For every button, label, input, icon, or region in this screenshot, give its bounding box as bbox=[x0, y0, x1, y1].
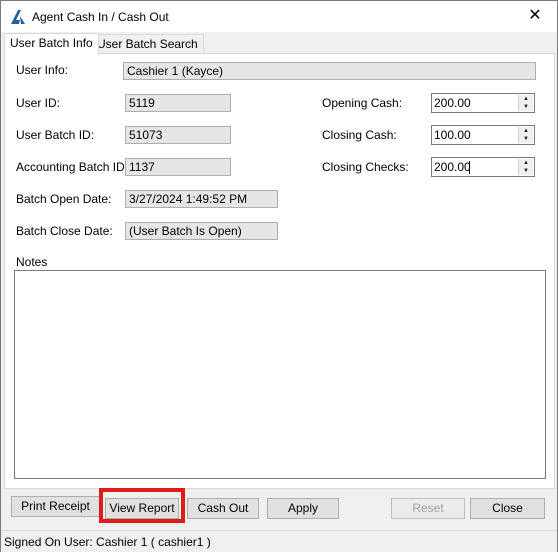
tab-user-batch-info[interactable]: User Batch Info bbox=[4, 33, 99, 55]
text-caret bbox=[469, 161, 470, 174]
spin-down-icon[interactable]: ▼ bbox=[519, 135, 533, 143]
opening-cash-spinner[interactable]: ▲ ▼ bbox=[518, 95, 533, 111]
user-batch-info-panel: User Info: Cashier 1 (Kayce) User ID: 51… bbox=[4, 53, 555, 489]
spin-down-icon[interactable]: ▼ bbox=[519, 103, 533, 111]
closing-checks-input[interactable]: 200.00 ▲ ▼ bbox=[431, 157, 535, 177]
closing-cash-input[interactable]: 100.00 ▲ ▼ bbox=[431, 125, 535, 145]
closing-cash-value: 100.00 bbox=[434, 128, 471, 142]
opening-cash-label: Opening Cash: bbox=[322, 96, 403, 110]
closing-cash-spinner[interactable]: ▲ ▼ bbox=[518, 127, 533, 143]
batch-close-date-field: (User Batch Is Open) bbox=[125, 222, 278, 240]
notes-label: Notes bbox=[16, 255, 48, 269]
batch-close-date-label: Batch Close Date: bbox=[16, 224, 113, 238]
closing-checks-spinner[interactable]: ▲ ▼ bbox=[518, 159, 533, 175]
signed-on-user-status: Signed On User: Cashier 1 ( cashier1 ) bbox=[4, 535, 211, 549]
print-receipt-button[interactable]: Print Receipt bbox=[11, 496, 100, 517]
opening-cash-value: 200.00 bbox=[434, 96, 471, 110]
apply-button[interactable]: Apply bbox=[267, 498, 339, 519]
app-logo-icon bbox=[11, 10, 25, 24]
user-batch-id-field: 51073 bbox=[125, 126, 231, 144]
user-batch-id-label: User Batch ID: bbox=[16, 128, 95, 142]
batch-open-date-label: Batch Open Date: bbox=[16, 192, 112, 206]
view-report-highlight bbox=[99, 488, 185, 523]
user-id-label: User ID: bbox=[16, 96, 61, 110]
window-title: Agent Cash In / Cash Out bbox=[32, 10, 169, 24]
closing-checks-label: Closing Checks: bbox=[322, 160, 409, 174]
user-id-field: 5119 bbox=[125, 94, 231, 112]
user-info-label: User Info: bbox=[16, 63, 69, 77]
batch-open-date-field: 3/27/2024 1:49:52 PM bbox=[125, 190, 278, 208]
close-window-icon[interactable]: ✕ bbox=[525, 6, 545, 26]
closing-cash-label: Closing Cash: bbox=[322, 128, 397, 142]
close-button[interactable]: Close bbox=[470, 498, 545, 519]
accounting-batch-id-label: Accounting Batch ID: bbox=[16, 160, 129, 174]
tab-user-batch-search[interactable]: User Batch Search bbox=[91, 34, 204, 54]
user-info-field: Cashier 1 (Kayce) bbox=[123, 62, 536, 80]
title-bar: Agent Cash In / Cash Out ✕ bbox=[1, 1, 557, 32]
spin-down-icon[interactable]: ▼ bbox=[519, 167, 533, 175]
closing-checks-value: 200.00 bbox=[434, 160, 471, 174]
accounting-batch-id-field: 1137 bbox=[125, 158, 231, 176]
agent-cash-window: Agent Cash In / Cash Out ✕ User Batch In… bbox=[0, 0, 558, 552]
status-bar: Signed On User: Cashier 1 ( cashier1 ) bbox=[1, 530, 557, 552]
cash-out-button[interactable]: Cash Out bbox=[187, 498, 259, 519]
opening-cash-input[interactable]: 200.00 ▲ ▼ bbox=[431, 93, 535, 113]
notes-textarea[interactable] bbox=[14, 270, 546, 479]
reset-button: Reset bbox=[391, 498, 465, 519]
